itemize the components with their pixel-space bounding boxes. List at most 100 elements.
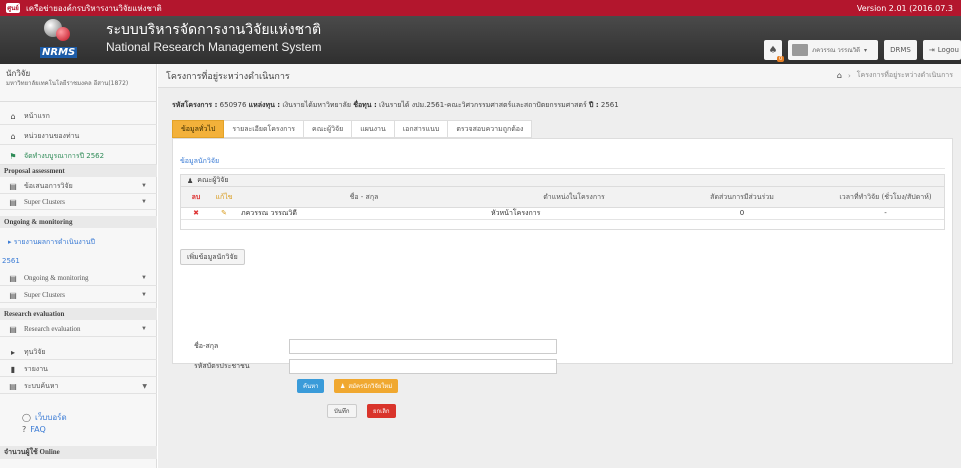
- org-name: มหาวิทยาลัยเทคโนโลยีราชมงคล อีสาน(1872): [6, 80, 129, 87]
- col-share: สัดส่วนการมีส่วนร่วม: [657, 187, 827, 208]
- sidebar-item-super-clusters-2[interactable]: ▤ Super Clusters ▼: [0, 288, 157, 303]
- table-header-row: ลบ แก้ไข ชื่อ - สกุล ตำแหน่งในโครงการ สั…: [181, 187, 944, 208]
- tab-attachments[interactable]: เอกสารแนบ: [394, 120, 449, 138]
- section-proposal: Proposal assessment: [0, 165, 157, 177]
- sidebar-item-home[interactable]: ⌂ หน้าแรก: [0, 108, 157, 125]
- grid-icon: ▤: [9, 381, 17, 391]
- user-name: ภควรรณ วรรณวิดี: [812, 47, 861, 54]
- section-ongoing: Ongoing & monitoring: [0, 216, 157, 228]
- cancel-button[interactable]: ยกเลิก: [367, 404, 396, 418]
- sidebar-item-ongoing[interactable]: ▤ Ongoing & monitoring ▼: [0, 271, 157, 286]
- tab-project-details[interactable]: รายละเอียดโครงการ: [224, 120, 305, 138]
- top-strip: ศูนย์ เครือข่ายองค์กรบริหารงานวิจัยแห่งช…: [0, 0, 961, 16]
- user-menu-button[interactable]: ภควรรณ วรรณวิดี ▾: [788, 40, 879, 60]
- researcher-name: ภควรรณ วรรณวิดี: [237, 207, 487, 220]
- researcher-share: 0: [657, 207, 827, 220]
- drms-button[interactable]: DRMS: [884, 40, 917, 60]
- save-button[interactable]: บันทึก: [327, 404, 357, 418]
- researcher-table: ♟ คณะผู้วิจัย ลบ แก้ไข ชื่อ - สกุล ตำแหน…: [180, 174, 945, 230]
- sidebar-org: นักวิจัย มหาวิทยาลัยเทคโนโลยีราชมงคล อีส…: [0, 64, 156, 102]
- col-delete: ลบ: [181, 187, 211, 208]
- grid-icon: ▤: [9, 290, 17, 300]
- researcher-role: หัวหน้าโครงการ: [487, 207, 657, 220]
- breadcrumb: ⌂ › โครงการที่อยู่ระหว่างดำเนินการ: [836, 70, 953, 81]
- home-icon: ⌂: [10, 131, 16, 141]
- edit-icon[interactable]: ✎: [211, 207, 237, 220]
- tab-general[interactable]: ข้อมูลทั่วไป: [172, 120, 225, 138]
- user-plus-icon: ♟: [340, 382, 346, 390]
- role-label: นักวิจัย: [6, 69, 31, 78]
- sidebar-item-budget-2562[interactable]: ⚑ จัดทำงบบูรณาการปี 2562: [0, 148, 157, 165]
- sidebar-item-proposal[interactable]: ▤ ข้อเสนอการวิจัย ▼: [0, 179, 157, 194]
- faq-link[interactable]: ? FAQ: [22, 425, 46, 434]
- breadcrumb-current[interactable]: โครงการที่อยู่ระหว่างดำเนินการ: [857, 70, 953, 81]
- table-row: ✖ ✎ ภควรรณ วรรณวิดี หัวหน้าโครงการ 0 -: [181, 207, 944, 220]
- sidebar-item-annual-report[interactable]: ▸ รายงานผลการดำเนินงานปี: [8, 237, 95, 248]
- add-researcher-button[interactable]: เพิ่มข้อมูลนักวิจัย: [180, 249, 245, 265]
- notification-button[interactable]: ♠ 0: [764, 40, 785, 62]
- sidebar-item-unit[interactable]: ⌂ หน่วยงานของท่าน: [0, 128, 157, 145]
- delete-icon[interactable]: ✖: [181, 207, 211, 220]
- tab-panel: [172, 138, 953, 364]
- network-name[interactable]: เครือข่ายองค์กรบริหารงานวิจัยแห่งชาติ: [26, 2, 162, 15]
- sidebar-item-research-eval[interactable]: ▤ Research evaluation ▼: [0, 322, 157, 337]
- help-icon: ?: [22, 425, 27, 434]
- col-edit: แก้ไข: [211, 187, 237, 208]
- chevron-down-icon: ▼: [142, 382, 147, 390]
- section-research: Research evaluation: [0, 308, 157, 320]
- sidebar-item-super-clusters-1[interactable]: ▤ Super Clusters ▼: [0, 195, 157, 210]
- chevron-down-icon: ▼: [141, 199, 147, 205]
- app-title-en: National Research Management System: [106, 40, 322, 54]
- nrms-logo[interactable]: NRMS: [38, 19, 80, 61]
- col-name: ชื่อ - สกุล: [237, 187, 487, 208]
- register-researcher-button[interactable]: ♟ สมัครนักวิจัยใหม่: [334, 379, 399, 393]
- version-label: Version 2.01 (2016.07.3: [856, 3, 953, 13]
- page-header: โครงการที่อยู่ระหว่างดำเนินการ ⌂ › โครงก…: [158, 64, 961, 88]
- sidebar-item-search-system[interactable]: ▤ ระบบค้นหา ▼: [0, 379, 157, 394]
- users-icon: ♟: [187, 176, 194, 185]
- citizen-id-input[interactable]: [289, 359, 557, 374]
- chevron-down-icon: ▼: [141, 183, 147, 189]
- caret-right-icon: ▸: [10, 347, 15, 357]
- sidebar-item-annual-report-year[interactable]: 2561: [2, 257, 20, 265]
- main-content: โครงการที่อยู่ระหว่างดำเนินการ ⌂ › โครงก…: [158, 64, 961, 468]
- home-icon: ⌂: [10, 111, 16, 121]
- grid-icon: ▤: [9, 197, 17, 207]
- sidebar-item-reports[interactable]: ▮ รายงาน: [0, 362, 157, 377]
- bar-chart-icon: ▮: [10, 364, 16, 374]
- tab-plan[interactable]: แผนงาน: [352, 120, 395, 138]
- chevron-down-icon: ▾: [864, 46, 868, 54]
- logout-button[interactable]: ⇥ Logou: [922, 40, 961, 60]
- flag-icon: ⚑: [9, 151, 17, 161]
- col-hours: เวลาที่ทำวิจัย (ชั่วโมง/สัปดาห์): [827, 187, 944, 208]
- chat-icon: ◯: [22, 413, 31, 422]
- col-role: ตำแหน่งในโครงการ: [487, 187, 657, 208]
- section-online-users: จำนวนผู้ใช้ Online: [0, 446, 157, 459]
- avatar: [792, 44, 809, 56]
- divider: [180, 168, 945, 169]
- name-input[interactable]: [289, 339, 557, 354]
- grid-icon: ▤: [9, 324, 17, 334]
- home-icon[interactable]: ⌂: [837, 71, 842, 80]
- bell-icon: ♠: [768, 44, 778, 56]
- logout-icon: ⇥: [928, 46, 935, 54]
- tab-researchers[interactable]: คณะผู้วิจัย: [304, 120, 353, 138]
- project-summary: รหัสโครงการ : 650976 แหล่งทุน : เงินรายไ…: [172, 101, 619, 109]
- name-label: ชื่อ-สกุล: [194, 342, 219, 350]
- citizen-id-label: รหัสบัตรประชาชน: [194, 362, 250, 370]
- chevron-down-icon: ▼: [141, 292, 147, 298]
- sidebar-item-grants[interactable]: ▸ ทุนวิจัย: [0, 345, 157, 360]
- grid-icon: ▤: [9, 181, 17, 191]
- chevron-down-icon: ▼: [141, 275, 147, 281]
- notification-badge: 0: [776, 56, 785, 62]
- sidebar: นักวิจัย มหาวิทยาลัยเทคโนโลยีราชมงคล อีส…: [0, 64, 157, 468]
- network-logo: ศูนย์: [6, 3, 20, 13]
- tab-validation[interactable]: ตรวจสอบความถูกต้อง: [448, 120, 533, 138]
- app-header: NRMS ระบบบริหารจัดการงานวิจัยแห่งชาติ Na…: [0, 16, 961, 64]
- app-title-th: ระบบบริหารจัดการงานวิจัยแห่งชาติ: [106, 22, 322, 38]
- search-button[interactable]: ค้นหา: [297, 379, 325, 393]
- table-caption: ♟ คณะผู้วิจัย: [181, 175, 944, 187]
- tab-bar: ข้อมูลทั่วไป รายละเอียดโครงการ คณะผู้วิจ…: [172, 120, 533, 138]
- researcher-section-title: ข้อมูลนักวิจัย: [180, 157, 220, 165]
- webboard-link[interactable]: ◯ เว็บบอร์ด: [22, 411, 67, 424]
